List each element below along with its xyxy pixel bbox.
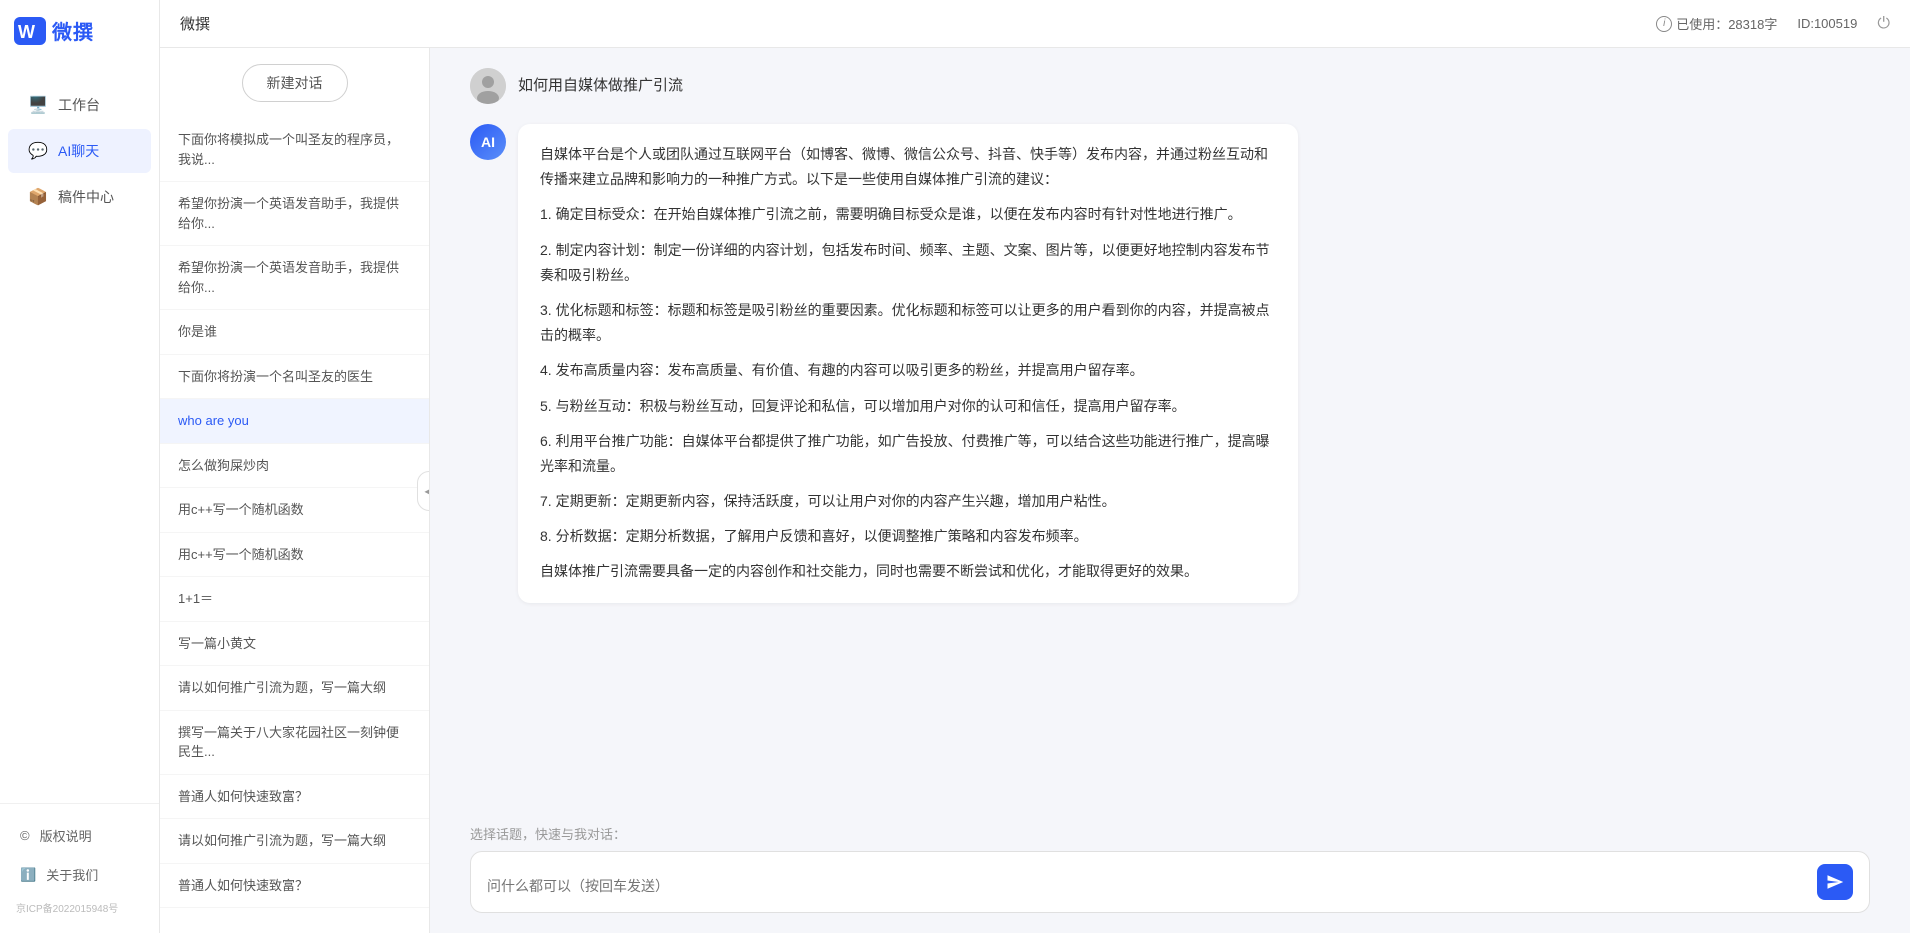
chat-history-panel: 新建对话 下面你将模拟成一个叫圣友的程序员，我说... 希望你扮演一个英语发音助… <box>160 48 430 933</box>
copyright-icon: © <box>20 828 30 843</box>
ai-para-1: 1. 确定目标受众：在开始自媒体推广引流之前，需要明确目标受众是谁，以便在发布内… <box>540 202 1276 227</box>
ai-para-2: 2. 制定内容计划：制定一份详细的内容计划，包括发布时间、频率、主题、文案、图片… <box>540 238 1276 288</box>
about-icon: ℹ️ <box>20 867 36 883</box>
history-item[interactable]: 请以如何推广引流为题，写一篇大纲 <box>160 666 429 711</box>
sidebar: W 微撰 🖥️ 工作台 💬 AI聊天 📦 稿件中心 © 版权说明 ℹ️ 关于我们… <box>0 0 160 933</box>
history-item[interactable]: 撰写一篇关于八大家花园社区一刻钟便民生... <box>160 711 429 775</box>
sidebar-item-ai-chat[interactable]: 💬 AI聊天 <box>8 129 151 173</box>
usage-text: 已使用：28318字 <box>1676 14 1777 33</box>
main: 微撰 i 已使用：28318字 ID:100519 ⏻ 新建对话 下面你将模拟成… <box>160 0 1910 933</box>
header-title: 微撰 <box>180 13 210 34</box>
history-item[interactable]: 下面你将模拟成一个叫圣友的程序员，我说... <box>160 118 429 182</box>
sidebar-item-label: AI聊天 <box>58 141 99 161</box>
ai-bubble: 自媒体平台是个人或团队通过互联网平台（如博客、微博、微信公众号、抖音、快手等）发… <box>518 124 1298 603</box>
svg-text:W: W <box>18 22 35 42</box>
copyright-item[interactable]: © 版权说明 <box>0 816 159 855</box>
about-item[interactable]: ℹ️ 关于我们 <box>0 855 159 894</box>
sidebar-bottom: © 版权说明 ℹ️ 关于我们 京ICP备2022015948号 <box>0 803 159 933</box>
ai-para-3: 3. 优化标题和标签：标题和标签是吸引粉丝的重要因素。优化标题和标签可以让更多的… <box>540 298 1276 348</box>
history-item[interactable]: 用c++写一个随机函数 <box>160 488 429 533</box>
ai-message: AI 自媒体平台是个人或团队通过互联网平台（如博客、微博、微信公众号、抖音、快手… <box>470 124 1870 603</box>
ai-para-4: 4. 发布高质量内容：发布高质量、有价值、有趣的内容可以吸引更多的粉丝，并提高用… <box>540 358 1276 383</box>
ai-para-6: 6. 利用平台推广功能：自媒体平台都提供了推广功能，如广告投放、付费推广等，可以… <box>540 429 1276 479</box>
send-icon <box>1826 873 1844 891</box>
content-area: 新建对话 下面你将模拟成一个叫圣友的程序员，我说... 希望你扮演一个英语发音助… <box>160 48 1910 933</box>
history-item[interactable]: 希望你扮演一个英语发音助手，我提供给你... <box>160 246 429 310</box>
logo-text: 微撰 <box>52 16 94 45</box>
new-chat-button[interactable]: 新建对话 <box>242 64 348 102</box>
sidebar-item-mailbox[interactable]: 📦 稿件中心 <box>8 175 151 219</box>
input-box-wrapper <box>470 851 1870 913</box>
sidebar-item-label: 工作台 <box>58 95 100 115</box>
chat-messages: 如何用自媒体做推广引流 AI 自媒体平台是个人或团队通过互联网平台（如博客、微博… <box>430 48 1910 812</box>
header: 微撰 i 已使用：28318字 ID:100519 ⏻ <box>160 0 1910 48</box>
history-item[interactable]: 你是谁 <box>160 310 429 355</box>
history-item[interactable]: 希望你扮演一个英语发音助手，我提供给你... <box>160 182 429 246</box>
history-item[interactable]: 请以如何推广引流为题，写一篇大纲 <box>160 819 429 864</box>
ai-para-7: 7. 定期更新：定期更新内容，保持活跃度，可以让用户对你的内容产生兴趣，增加用户… <box>540 489 1276 514</box>
chat-input-area: 选择话题，快速与我对话： <box>430 812 1910 933</box>
user-avatar <box>470 68 506 104</box>
sidebar-item-label: 稿件中心 <box>58 187 114 207</box>
usage-icon: i <box>1656 16 1672 32</box>
about-label: 关于我们 <box>46 865 98 884</box>
ai-para-8: 8. 分析数据：定期分析数据，了解用户反馈和喜好，以便调整推广策略和内容发布频率… <box>540 524 1276 549</box>
workbench-icon: 🖥️ <box>28 95 48 115</box>
icp-text: 京ICP备2022015948号 <box>0 894 159 921</box>
logo-icon: W <box>14 17 46 45</box>
ai-para-5: 5. 与粉丝互动：积极与粉丝互动，回复评论和私信，可以增加用户对你的认可和信任，… <box>540 394 1276 419</box>
user-bubble: 如何用自媒体做推广引流 <box>518 68 683 101</box>
quick-topics: 选择话题，快速与我对话： <box>470 824 1870 843</box>
ai-para-9: 自媒体推广引流需要具备一定的内容创作和社交能力，同时也需要不断尝试和优化，才能取… <box>540 559 1276 584</box>
history-item[interactable]: 普通人如何快速致富？ <box>160 864 429 909</box>
history-item[interactable]: 普通人如何快速致富？ <box>160 775 429 820</box>
mailbox-icon: 📦 <box>28 187 48 207</box>
collapse-panel-button[interactable]: ◀ <box>417 471 430 511</box>
history-item[interactable]: 下面你将扮演一个名叫圣友的医生 <box>160 355 429 400</box>
ai-avatar: AI <box>470 124 506 160</box>
copyright-label: 版权说明 <box>40 826 92 845</box>
sidebar-nav: 🖥️ 工作台 💬 AI聊天 📦 稿件中心 <box>0 61 159 803</box>
history-item[interactable]: 写一篇小黄文 <box>160 622 429 667</box>
history-item[interactable]: 怎么做狗屎炒肉 <box>160 444 429 489</box>
sidebar-item-workbench[interactable]: 🖥️ 工作台 <box>8 83 151 127</box>
send-button[interactable] <box>1817 864 1853 900</box>
chat-input[interactable] <box>487 876 1807 900</box>
logo: W 微撰 <box>0 0 159 61</box>
ai-chat-icon: 💬 <box>28 141 48 161</box>
power-icon[interactable]: ⏻ <box>1877 15 1890 33</box>
header-usage: i 已使用：28318字 <box>1656 14 1777 33</box>
user-message: 如何用自媒体做推广引流 <box>470 68 1870 104</box>
history-item-active[interactable]: who are you <box>160 399 429 444</box>
ai-para-0: 自媒体平台是个人或团队通过互联网平台（如博客、微博、微信公众号、抖音、快手等）发… <box>540 142 1276 192</box>
history-item[interactable]: 用c++写一个随机函数 <box>160 533 429 578</box>
history-item[interactable]: 1+1＝ <box>160 577 429 622</box>
chat-main: 如何用自媒体做推广引流 AI 自媒体平台是个人或团队通过互联网平台（如博客、微博… <box>430 48 1910 933</box>
user-id: ID:100519 <box>1797 16 1857 31</box>
header-right: i 已使用：28318字 ID:100519 ⏻ <box>1656 14 1890 33</box>
new-chat-button-wrapper: 新建对话 <box>160 48 429 118</box>
